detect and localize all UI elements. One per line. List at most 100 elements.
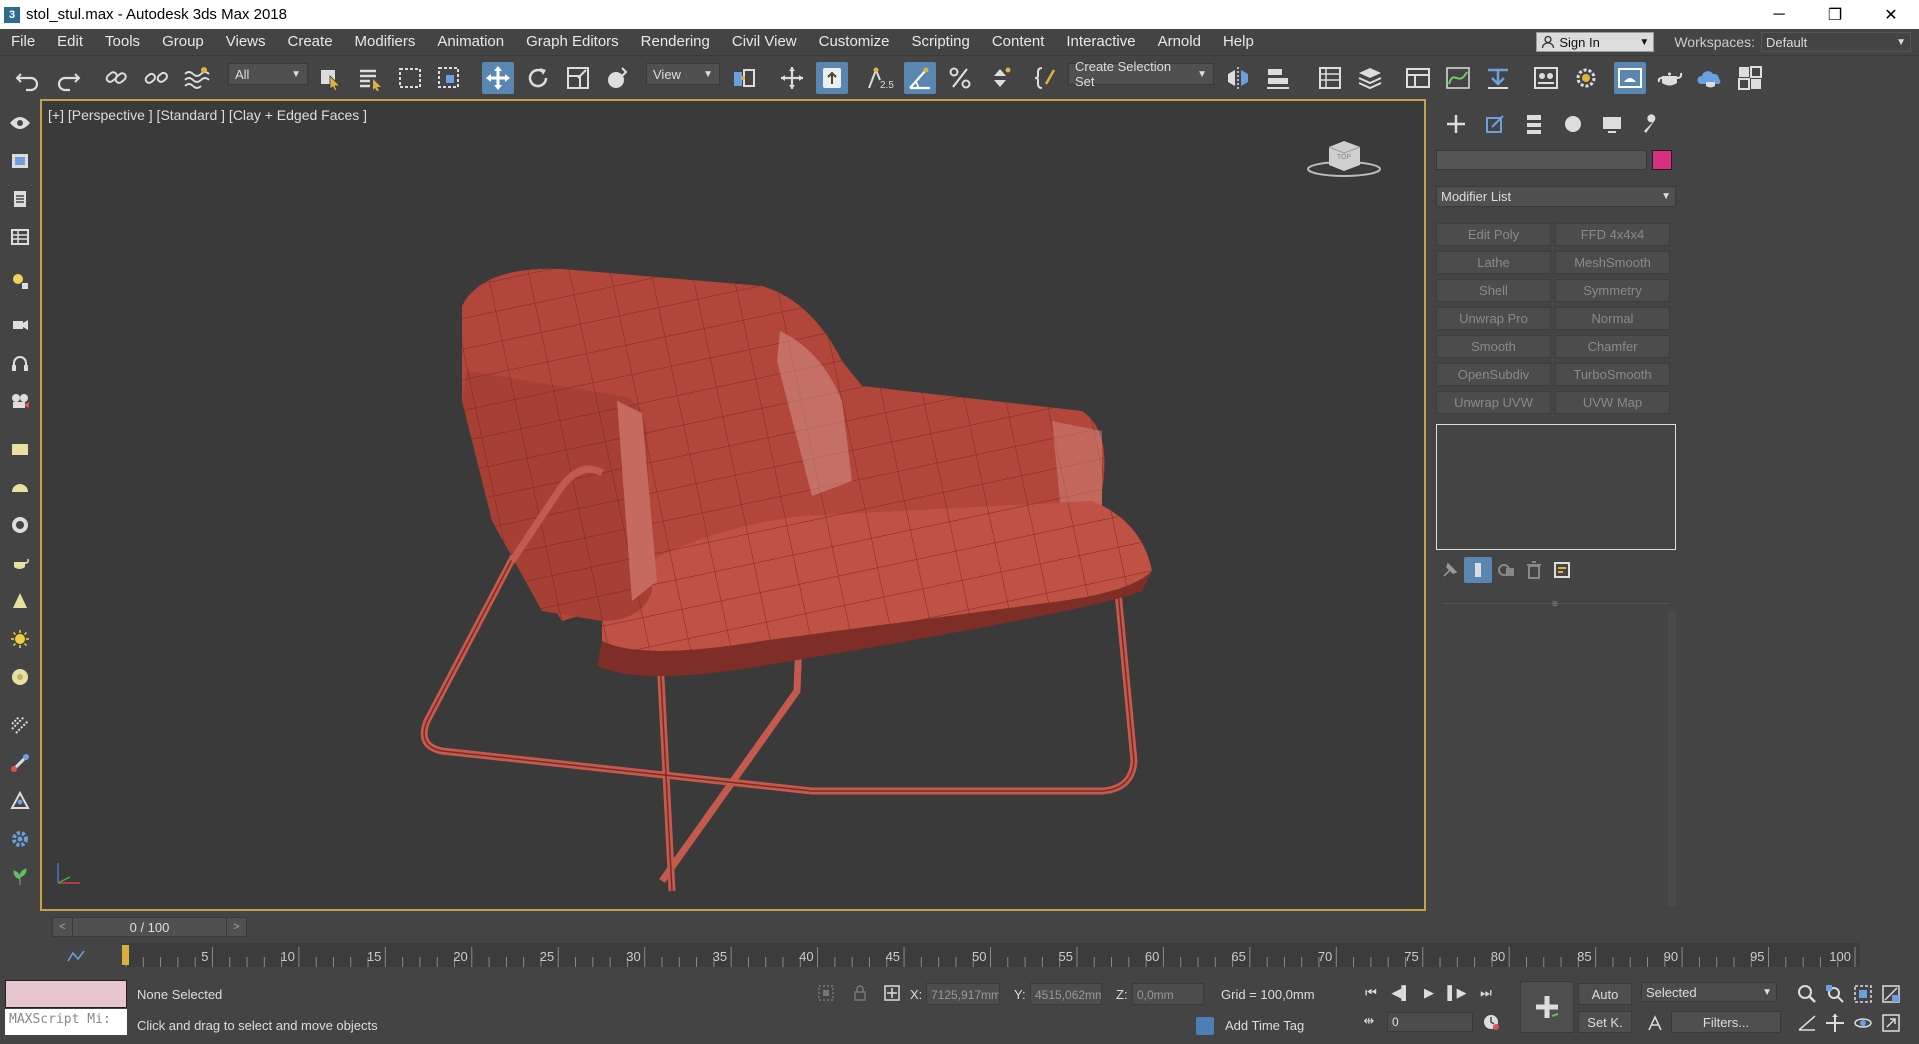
current-frame-field[interactable]: 0: [1387, 1012, 1473, 1032]
maxscript-listener-output[interactable]: [5, 980, 127, 1008]
menu-interactive[interactable]: Interactive: [1055, 29, 1146, 55]
time-tag-icon[interactable]: [1196, 1017, 1214, 1035]
object-name-field[interactable]: [1436, 150, 1647, 170]
time-slider[interactable]: < 0 / 100 >: [52, 917, 247, 937]
angle-snap-button[interactable]: [904, 62, 936, 94]
menu-customize[interactable]: Customize: [808, 29, 901, 55]
modifier-list-dropdown[interactable]: Modifier List ▼: [1436, 186, 1676, 207]
undo-button[interactable]: [12, 62, 44, 94]
menu-file[interactable]: File: [0, 29, 46, 55]
modifier-button-normal[interactable]: Normal: [1555, 307, 1670, 330]
menu-content[interactable]: Content: [981, 29, 1056, 55]
key-filters-button[interactable]: Filters...: [1671, 1011, 1781, 1033]
selection-filter-dropdown[interactable]: All ▼: [228, 63, 308, 85]
tab-modify[interactable]: [1475, 111, 1514, 137]
tab-create[interactable]: [1436, 111, 1475, 137]
lock-icon[interactable]: [850, 983, 870, 1003]
menu-create[interactable]: Create: [277, 29, 344, 55]
minimize-button[interactable]: ─: [1751, 0, 1807, 29]
modifier-button-lathe[interactable]: Lathe: [1436, 251, 1551, 274]
tab-motion[interactable]: [1553, 111, 1592, 137]
photo-icon[interactable]: [8, 149, 32, 173]
remove-modifier-button[interactable]: [1520, 557, 1548, 583]
eye-icon[interactable]: [8, 111, 32, 135]
curve-editor-button[interactable]: [1442, 62, 1474, 94]
show-end-result-button[interactable]: [1464, 557, 1492, 583]
modifier-button-unwrap-uvw[interactable]: Unwrap UVW: [1436, 391, 1551, 414]
render-setup-button[interactable]: [1570, 62, 1602, 94]
selection-set-dropdown[interactable]: Selected ▼: [1641, 982, 1777, 1002]
sphere-icon[interactable]: [8, 513, 32, 537]
time-configuration-icon[interactable]: ⇹: [1358, 1010, 1380, 1032]
render-production-button[interactable]: [1654, 62, 1686, 94]
layer-explorer-button[interactable]: [1354, 62, 1386, 94]
a360-gallery-button[interactable]: [1734, 62, 1766, 94]
play-icon[interactable]: ▶: [1418, 982, 1440, 1004]
zoom-extents-all-icon[interactable]: [1880, 983, 1902, 1005]
current-frame-marker[interactable]: [122, 945, 129, 965]
menu-help[interactable]: Help: [1212, 29, 1265, 55]
modifier-stack[interactable]: [1436, 424, 1676, 550]
scene-explorer-button[interactable]: [1314, 62, 1346, 94]
isolate-selection-icon[interactable]: [816, 983, 836, 1003]
menu-rendering[interactable]: Rendering: [630, 29, 721, 55]
timeline-ruler[interactable]: 5 10 15 20 25 30 35 40 45 50 55 60 65 70 75 80 85 90 95 100: [122, 943, 1860, 977]
orbit-icon[interactable]: [1852, 1012, 1874, 1034]
reference-coordinate-dropdown[interactable]: View ▼: [646, 63, 720, 85]
modifier-button-opensubdiv[interactable]: OpenSubdiv: [1436, 363, 1551, 386]
viewcube[interactable]: TOP: [1304, 131, 1384, 181]
select-object-button[interactable]: [314, 62, 346, 94]
document-icon[interactable]: [8, 187, 32, 211]
add-time-tag-button[interactable]: Add Time Tag: [1225, 1018, 1304, 1033]
keyboard-shortcut-override-button[interactable]: [816, 62, 848, 94]
select-and-place-button[interactable]: [602, 62, 634, 94]
object-color-swatch[interactable]: [1652, 150, 1672, 170]
hemisphere-icon[interactable]: [8, 475, 32, 499]
modifier-button-chamfer[interactable]: Chamfer: [1555, 335, 1670, 358]
set-key-button[interactable]: Set K.: [1578, 1011, 1632, 1033]
zoom-extents-icon[interactable]: [1852, 983, 1874, 1005]
edit-named-selection-button[interactable]: [1030, 62, 1062, 94]
menu-animation[interactable]: Animation: [426, 29, 515, 55]
create-selection-set-dropdown[interactable]: Create Selection Set ▼: [1068, 59, 1214, 89]
select-and-scale-button[interactable]: [562, 62, 594, 94]
light-icon[interactable]: [8, 269, 32, 293]
mirror-button[interactable]: [1222, 62, 1254, 94]
headphones-icon[interactable]: [8, 351, 32, 375]
modifier-button-shell[interactable]: Shell: [1436, 279, 1551, 302]
bone-icon[interactable]: [8, 751, 32, 775]
key-filters-icon[interactable]: [1645, 1013, 1665, 1033]
plant-icon[interactable]: [8, 865, 32, 889]
menu-civil-view[interactable]: Civil View: [721, 29, 808, 55]
restore-button[interactable]: ❐: [1807, 0, 1863, 29]
panel-grip-icon[interactable]: ≡: [1552, 599, 1558, 610]
gear-icon[interactable]: [8, 827, 32, 851]
workspace-select[interactable]: Default ▼: [1761, 32, 1911, 52]
time-slider-prev-button[interactable]: <: [53, 918, 73, 936]
tab-display[interactable]: [1592, 111, 1631, 137]
track-bar[interactable]: 5 10 15 20 25 30 35 40 45 50 55 60 65 70 75 80 85 90 95 100: [0, 943, 1919, 977]
modifier-button-turbosmooth[interactable]: TurboSmooth: [1555, 363, 1670, 386]
absolute-mode-icon[interactable]: [882, 983, 902, 1003]
camera-icon[interactable]: [8, 313, 32, 337]
next-frame-icon[interactable]: ▌▶: [1446, 982, 1468, 1004]
modifier-button-smooth[interactable]: Smooth: [1436, 335, 1551, 358]
configure-modifier-sets-button[interactable]: [1548, 557, 1576, 583]
tab-utilities[interactable]: [1631, 111, 1670, 137]
maxscript-mini-listener[interactable]: MAXScript Mi:: [5, 1009, 127, 1035]
select-and-rotate-button[interactable]: [522, 62, 554, 94]
menu-scripting[interactable]: Scripting: [900, 29, 980, 55]
spinner-snap-button[interactable]: [984, 62, 1016, 94]
cone-icon[interactable]: [8, 589, 32, 613]
sign-in-dropdown[interactable]: Sign In ▼: [1536, 32, 1655, 52]
rectangle-icon[interactable]: [8, 437, 32, 461]
auto-key-button[interactable]: Auto: [1578, 983, 1632, 1005]
select-and-move-button[interactable]: [482, 62, 514, 94]
go-to-start-icon[interactable]: ⏮: [1360, 982, 1382, 1004]
close-button[interactable]: ✕: [1863, 0, 1919, 29]
zoom-all-icon[interactable]: [1824, 983, 1846, 1005]
z-coordinate-field[interactable]: 0,0mm: [1132, 983, 1204, 1005]
percent-snap-button[interactable]: [944, 62, 976, 94]
panel-scrollbar[interactable]: [1668, 611, 1676, 906]
pivot-center-button[interactable]: [728, 62, 760, 94]
